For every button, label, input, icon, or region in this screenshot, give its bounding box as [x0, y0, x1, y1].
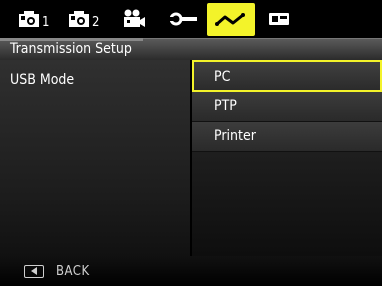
usb-mode-label[interactable]: USB Mode	[10, 72, 74, 88]
option-ptp[interactable]: PTP	[192, 92, 382, 122]
usb-mode-options: PC PTP Printer	[192, 60, 382, 152]
setting-panel: USB Mode	[0, 60, 190, 256]
transmission-icon	[215, 12, 245, 26]
back-button[interactable]	[24, 264, 44, 278]
title-bar: Transmission Setup	[0, 38, 382, 60]
tab-playback[interactable]	[268, 4, 290, 34]
option-printer[interactable]: Printer	[192, 122, 382, 152]
page-title: Transmission Setup	[10, 41, 132, 57]
back-label[interactable]: BACK	[56, 264, 90, 279]
option-label: Printer	[214, 128, 256, 144]
tab-camera-1[interactable]: 1	[18, 4, 49, 34]
wrench-icon	[170, 12, 197, 26]
tab-number: 1	[42, 14, 50, 30]
tab-setup[interactable]	[170, 4, 198, 34]
arrow-left-icon	[31, 267, 37, 275]
tab-number: 2	[92, 14, 100, 30]
tab-camera-2[interactable]: 2	[68, 4, 99, 34]
camera-menu-screen: 1 2 Transmission Setup USB Mode PC PTP P…	[0, 0, 382, 286]
playback-icon	[269, 13, 289, 25]
menu-body: USB Mode PC PTP Printer	[0, 60, 382, 256]
tab-transmission[interactable]	[207, 3, 255, 36]
menu-tab-bar: 1 2	[0, 0, 382, 38]
tab-video[interactable]	[122, 4, 146, 34]
video-camera-icon	[124, 9, 145, 27]
option-pc[interactable]: PC	[192, 60, 382, 92]
camera-icon	[19, 11, 39, 27]
option-label: PC	[214, 69, 231, 85]
camera-icon	[69, 11, 89, 27]
footer-bar: BACK	[0, 256, 382, 286]
option-label: PTP	[214, 98, 237, 114]
